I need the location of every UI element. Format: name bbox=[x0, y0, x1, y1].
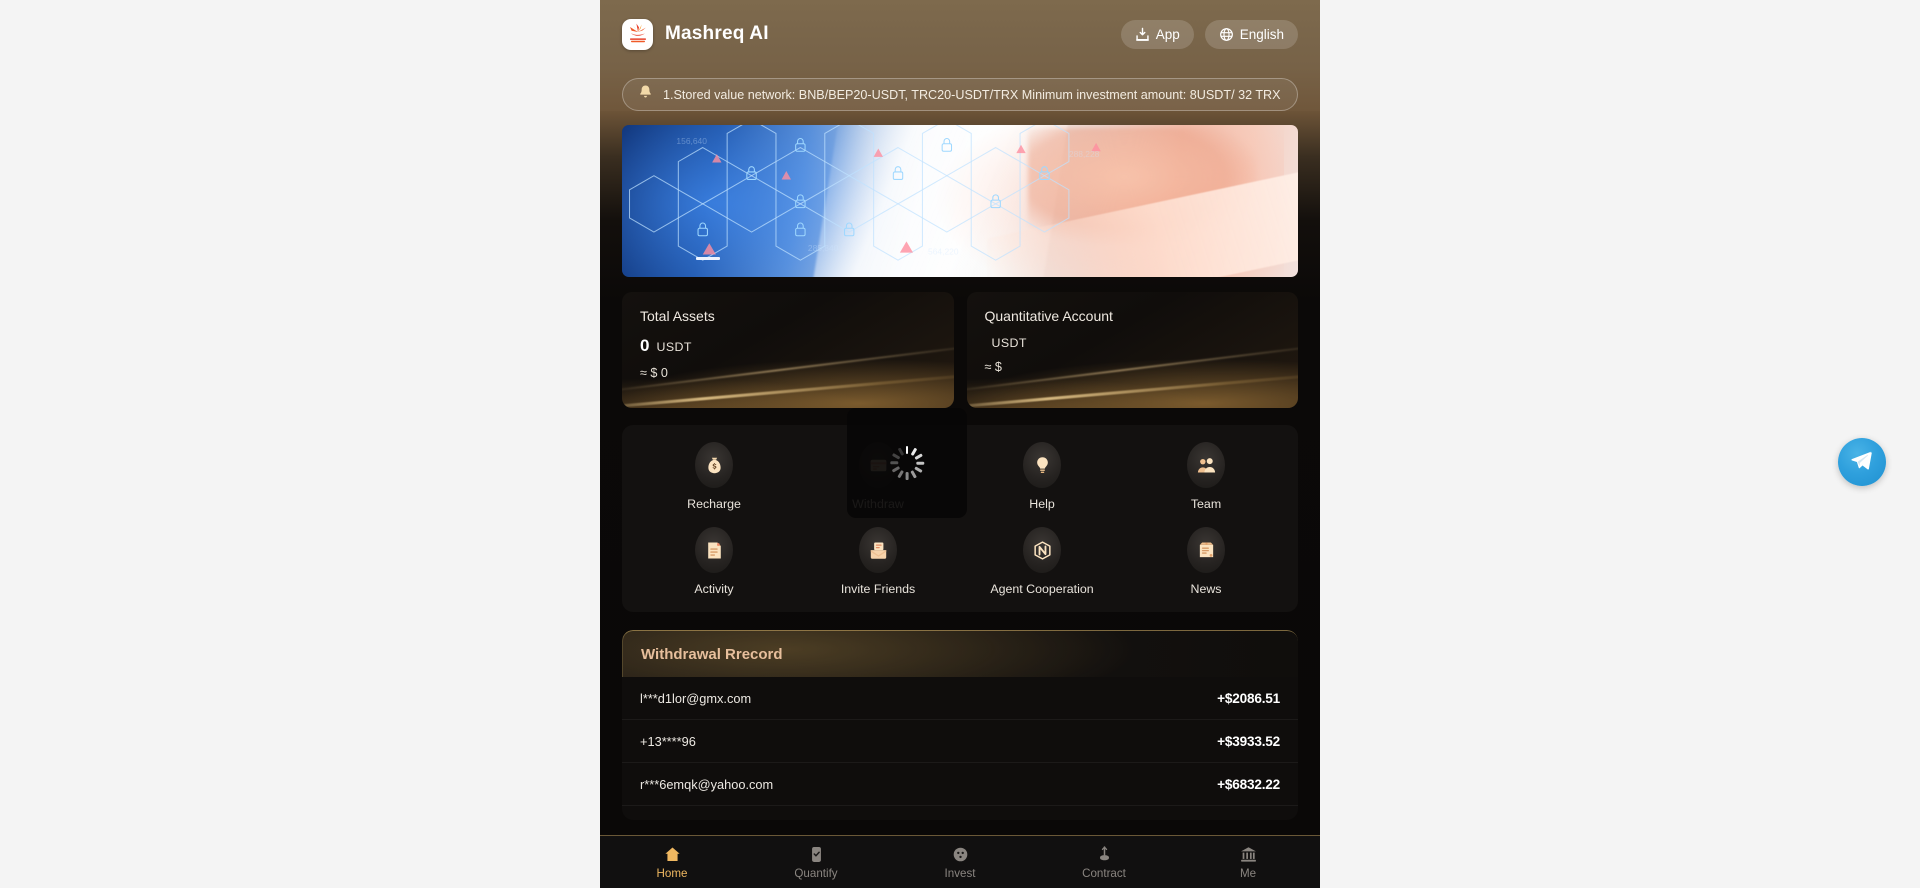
total-assets-unit: USDT bbox=[656, 340, 692, 354]
menu-label: Team bbox=[1190, 497, 1222, 511]
menu-item-activity[interactable]: Activity bbox=[632, 527, 796, 596]
quantitative-account-title: Quantitative Account bbox=[984, 308, 1113, 324]
quantify-icon bbox=[807, 845, 826, 864]
notice-text: 1.Stored value network: BNB/BEP20-USDT, … bbox=[663, 87, 1282, 102]
screen: Mashreq AI App English 1.Stored value ne… bbox=[0, 0, 1920, 888]
telegram-fab-button[interactable] bbox=[1838, 438, 1886, 486]
lightbulb-icon bbox=[1023, 442, 1061, 488]
bottom-navigation: Home Quantify Invest Contract Me bbox=[600, 835, 1320, 888]
brand-name: Mashreq AI bbox=[665, 23, 769, 44]
withdrawal-amount: +$3933.52 bbox=[1217, 733, 1280, 749]
tab-label: Invest bbox=[944, 866, 976, 880]
envelope-invite-icon bbox=[859, 527, 897, 573]
mashreq-sunburst-logo-icon bbox=[622, 18, 653, 50]
table-row: +13****96 +$3933.52 bbox=[622, 720, 1298, 763]
quantitative-account-card[interactable]: Quantitative Account USDT ≈ $ bbox=[966, 292, 1298, 408]
menu-item-recharge[interactable]: Recharge bbox=[632, 442, 796, 511]
table-row: r***6emqk@yahoo.com +$6832.22 bbox=[622, 763, 1298, 806]
withdrawal-record-header: Withdrawal Rrecord bbox=[622, 630, 1298, 677]
app-download-button[interactable]: App bbox=[1120, 19, 1194, 49]
tab-label: Quantify bbox=[794, 866, 838, 880]
total-assets-title: Total Assets bbox=[640, 308, 715, 324]
withdrawal-amount: +$2086.51 bbox=[1217, 690, 1280, 706]
promo-banner-image[interactable]: 156,640 285,840 564,220 288,228 bbox=[622, 125, 1298, 277]
document-list-icon bbox=[695, 527, 733, 573]
tab-contract[interactable]: Contract bbox=[1032, 836, 1176, 888]
bell-icon bbox=[638, 84, 653, 105]
money-bag-icon bbox=[695, 442, 733, 488]
withdrawal-record-footer bbox=[622, 806, 1298, 820]
globe-icon bbox=[1219, 27, 1234, 42]
invest-icon bbox=[951, 845, 970, 864]
app-header: Mashreq AI App English bbox=[600, 0, 1320, 68]
brand: Mashreq AI bbox=[622, 18, 769, 50]
tab-invest[interactable]: Invest bbox=[888, 836, 1032, 888]
handshake-agent-icon bbox=[1023, 527, 1061, 573]
tab-label: Contract bbox=[1082, 866, 1126, 880]
menu-label: Agent Cooperation bbox=[990, 582, 1094, 596]
tab-label: Me bbox=[1239, 866, 1257, 880]
contract-icon bbox=[1095, 845, 1114, 864]
total-assets-amount: 0 bbox=[640, 336, 650, 355]
telegram-icon bbox=[1849, 447, 1875, 478]
svg-text:156,640: 156,640 bbox=[676, 136, 707, 146]
menu-label: News bbox=[1190, 582, 1222, 596]
table-row: l***d1lor@gmx.com +$2086.51 bbox=[622, 677, 1298, 720]
menu-item-invite-friends[interactable]: Invite Friends bbox=[796, 527, 960, 596]
tab-home[interactable]: Home bbox=[600, 836, 744, 888]
withdrawal-account: l***d1lor@gmx.com bbox=[640, 690, 752, 706]
asset-cards: Total Assets 0 USDT ≈ $ 0 Quantitative A… bbox=[622, 292, 1298, 408]
header-actions: App English bbox=[1120, 19, 1298, 49]
svg-text:285,840: 285,840 bbox=[808, 243, 839, 253]
menu-item-agent-cooperation[interactable]: Agent Cooperation bbox=[960, 527, 1124, 596]
menu-item-team[interactable]: Team bbox=[1124, 442, 1288, 511]
team-people-icon bbox=[1187, 442, 1225, 488]
language-switch-button[interactable]: English bbox=[1204, 19, 1298, 49]
home-icon bbox=[663, 845, 682, 864]
mobile-app-frame: Mashreq AI App English 1.Stored value ne… bbox=[600, 0, 1320, 888]
total-assets-usd: ≈ $ 0 bbox=[640, 366, 668, 380]
withdrawal-record-title: Withdrawal Rrecord bbox=[641, 645, 783, 663]
notice-bar[interactable]: 1.Stored value network: BNB/BEP20-USDT, … bbox=[622, 78, 1298, 111]
menu-label: Recharge bbox=[687, 497, 741, 511]
banner-hex-network-overlay: 156,640 285,840 564,220 288,228 bbox=[628, 125, 1101, 261]
language-label: English bbox=[1239, 26, 1284, 42]
svg-text:564,220: 564,220 bbox=[928, 247, 959, 257]
quantitative-account-unit: USDT bbox=[991, 336, 1027, 350]
notice-bar-wrapper: 1.Stored value network: BNB/BEP20-USDT, … bbox=[600, 68, 1320, 111]
spinner-icon bbox=[890, 446, 924, 480]
download-app-icon bbox=[1135, 27, 1150, 42]
withdrawal-amount: +$6832.22 bbox=[1217, 776, 1280, 792]
tab-me[interactable]: Me bbox=[1176, 836, 1320, 888]
withdrawal-account: +13****96 bbox=[640, 733, 696, 749]
loading-overlay bbox=[847, 408, 967, 518]
total-assets-card[interactable]: Total Assets 0 USDT ≈ $ 0 bbox=[622, 292, 954, 408]
withdrawal-record-panel: Withdrawal Rrecord l***d1lor@gmx.com +$2… bbox=[622, 630, 1298, 820]
bank-me-icon bbox=[1239, 845, 1258, 864]
menu-label: Activity bbox=[694, 582, 734, 596]
news-box-icon bbox=[1187, 527, 1225, 573]
quantitative-account-usd: ≈ $ bbox=[984, 360, 1002, 374]
tab-quantify[interactable]: Quantify bbox=[744, 836, 888, 888]
tab-label: Home bbox=[656, 866, 688, 880]
svg-text:288,228: 288,228 bbox=[1069, 149, 1100, 159]
menu-label: Help bbox=[1029, 497, 1055, 511]
app-download-label: App bbox=[1155, 26, 1180, 42]
withdrawal-account: r***6emqk@yahoo.com bbox=[640, 776, 774, 792]
banner-ticker-dash bbox=[696, 257, 721, 261]
menu-label: Invite Friends bbox=[840, 582, 916, 596]
menu-item-help[interactable]: Help bbox=[960, 442, 1124, 511]
menu-item-news[interactable]: News bbox=[1124, 527, 1288, 596]
